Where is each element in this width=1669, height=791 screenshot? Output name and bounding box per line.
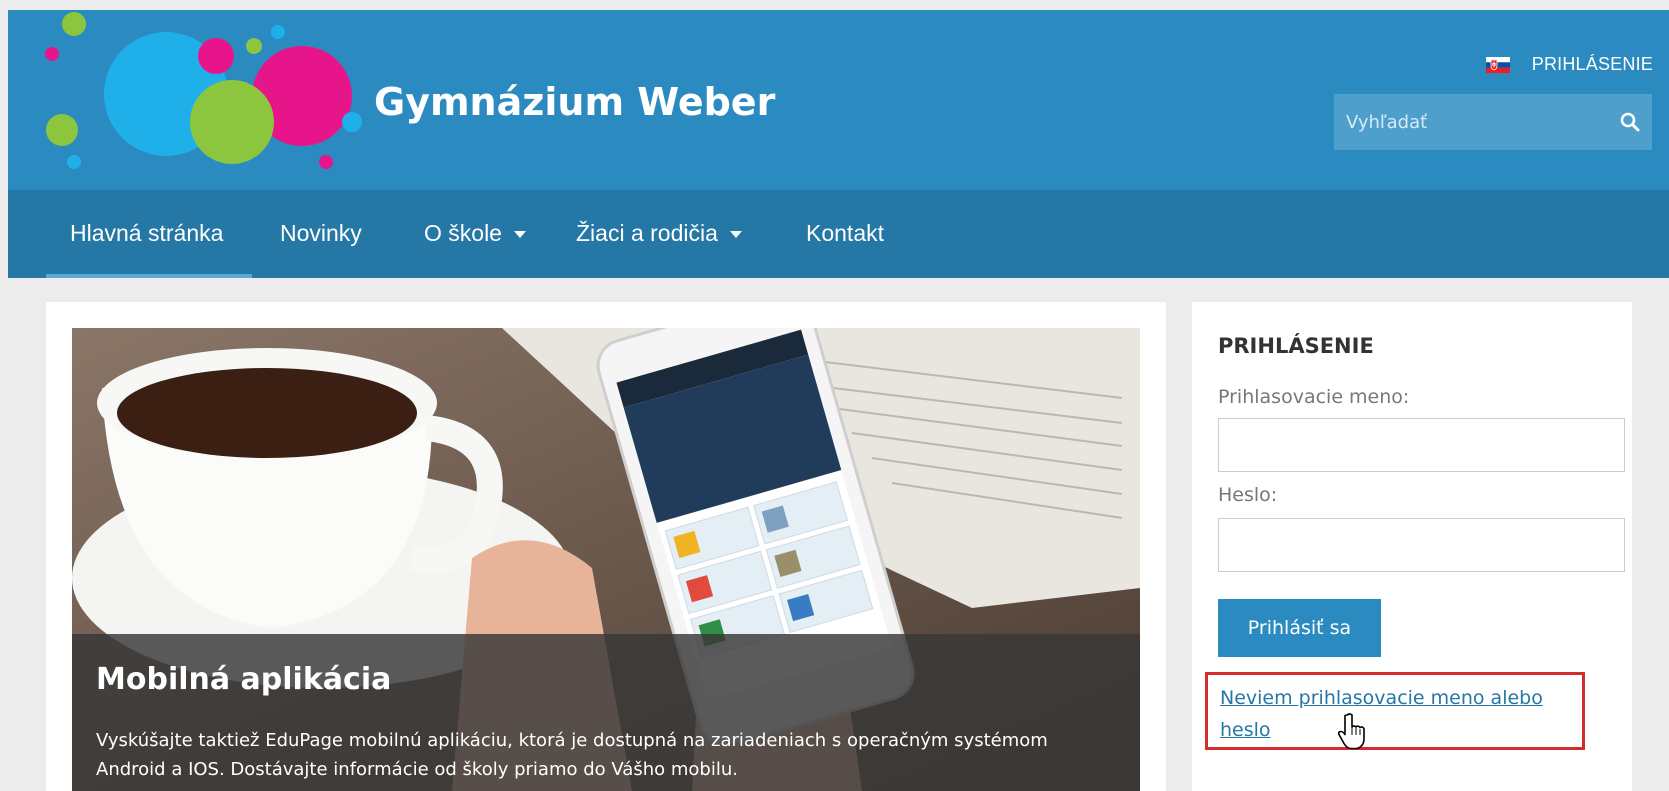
search-icon[interactable] <box>1608 94 1652 150</box>
nav-item-home[interactable]: Hlavná stránka <box>46 190 252 278</box>
nav-item-news[interactable]: Novinky <box>280 190 362 278</box>
hero-description: Vyskúšajte taktiež EduPage mobilnú aplik… <box>96 730 1048 780</box>
password-label: Heslo: <box>1218 484 1278 506</box>
login-panel: PRIHLÁSENIE Prihlasovacie meno: Heslo: P… <box>1192 302 1632 791</box>
nav-item-label: Hlavná stránka <box>70 220 224 246</box>
username-label: Prihlasovacie meno: <box>1218 386 1410 408</box>
login-link[interactable]: PRIHLÁSENIE <box>1532 54 1653 75</box>
nav-item-label: Kontakt <box>806 220 884 246</box>
login-heading: PRIHLÁSENIE <box>1218 334 1374 358</box>
caret-down-icon <box>730 231 743 239</box>
school-logo[interactable] <box>44 10 364 190</box>
forgot-credentials-highlight: Neviem prihlasovacie meno alebo heslo <box>1205 672 1585 750</box>
nav-item-about-school[interactable]: O škole <box>424 190 527 278</box>
search-input[interactable] <box>1334 94 1608 150</box>
nav-item-contact[interactable]: Kontakt <box>806 190 884 278</box>
login-button[interactable]: Prihlásiť sa <box>1218 599 1381 657</box>
nav-item-label: Novinky <box>280 220 362 246</box>
main-nav: Hlavná stránka Novinky O škole Žiaci a r… <box>8 190 1669 278</box>
nav-item-label: O škole <box>424 220 502 246</box>
site-header: Gymnázium Weber PRIHLÁSENIE Hlavná strán… <box>8 10 1669 278</box>
top-right-links: PRIHLÁSENIE <box>1485 54 1653 75</box>
main-content-card: Mobilná aplikácia Vyskúšajte taktiež Edu… <box>46 302 1166 791</box>
caret-down-icon <box>514 231 527 239</box>
nav-item-students-parents[interactable]: Žiaci a rodičia <box>576 190 743 278</box>
hand-pointer-cursor-icon <box>1338 713 1365 750</box>
hero-caption: Mobilná aplikácia Vyskúšajte taktiež Edu… <box>72 634 1140 791</box>
nav-item-label: Žiaci a rodičia <box>576 220 718 246</box>
hero-title[interactable]: Mobilná aplikácia <box>96 662 391 697</box>
site-title[interactable]: Gymnázium Weber <box>374 80 775 124</box>
forgot-credentials-link[interactable]: Neviem prihlasovacie meno alebo heslo <box>1220 682 1580 746</box>
hero-slide[interactable]: Mobilná aplikácia Vyskúšajte taktiež Edu… <box>72 328 1140 791</box>
username-field[interactable] <box>1218 418 1625 472</box>
slovakia-flag-icon[interactable] <box>1485 56 1510 73</box>
search-box <box>1334 94 1652 150</box>
password-field[interactable] <box>1218 518 1625 572</box>
